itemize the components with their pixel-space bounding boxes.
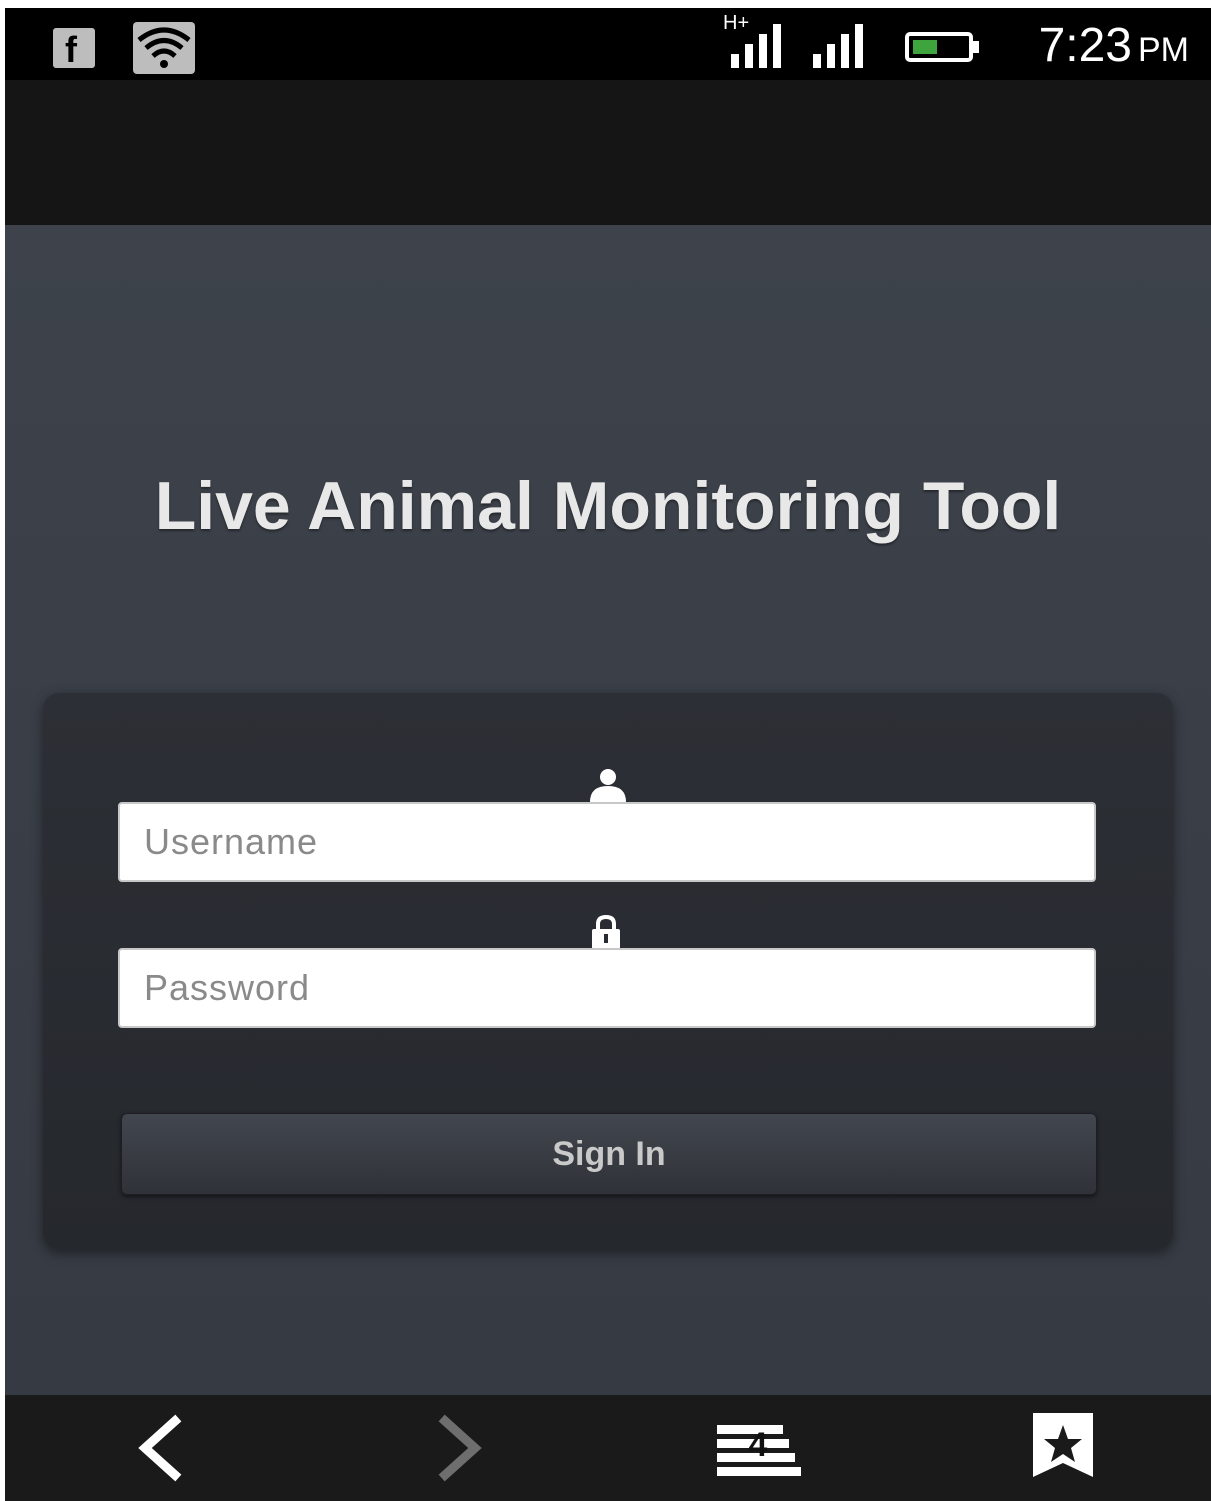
password-input[interactable] bbox=[118, 948, 1096, 1028]
tabs-button[interactable]: 4 bbox=[713, 1413, 803, 1483]
sign-in-button[interactable]: Sign In bbox=[121, 1113, 1097, 1195]
tab-count: 4 bbox=[748, 1426, 768, 1464]
page-title: Live Animal Monitoring Tool bbox=[154, 468, 1062, 544]
clock-time: 7:23 bbox=[1038, 19, 1132, 72]
signal-icon bbox=[731, 24, 781, 68]
login-panel: Sign In bbox=[43, 693, 1173, 1249]
signal-icon bbox=[813, 24, 863, 68]
clock-ampm: PM bbox=[1138, 31, 1189, 69]
bookmark-button[interactable] bbox=[1015, 1413, 1105, 1483]
browser-title-bar bbox=[5, 80, 1211, 225]
username-input[interactable] bbox=[118, 802, 1096, 882]
back-arrow-icon bbox=[138, 1414, 182, 1482]
status-bar: f H+ 7:23 PM bbox=[5, 8, 1211, 80]
clock: 7:23 PM bbox=[1039, 18, 1189, 78]
battery-icon bbox=[905, 32, 979, 62]
forward-button[interactable] bbox=[415, 1413, 505, 1483]
phone-screen: f H+ 7:23 PM Live Animal Monitoring Tool… bbox=[5, 8, 1211, 1501]
lock-icon bbox=[592, 915, 620, 949]
facebook-icon: f bbox=[53, 28, 95, 70]
user-icon bbox=[590, 769, 626, 802]
back-button[interactable] bbox=[115, 1413, 205, 1483]
login-page: Live Animal Monitoring Tool Sign In bbox=[5, 225, 1211, 1395]
wifi-icon bbox=[133, 22, 195, 74]
browser-bottom-nav: 4 bbox=[5, 1395, 1211, 1501]
sign-in-label: Sign In bbox=[552, 1134, 666, 1173]
bookmark-star-icon bbox=[1033, 1413, 1093, 1477]
forward-arrow-icon bbox=[438, 1414, 482, 1482]
